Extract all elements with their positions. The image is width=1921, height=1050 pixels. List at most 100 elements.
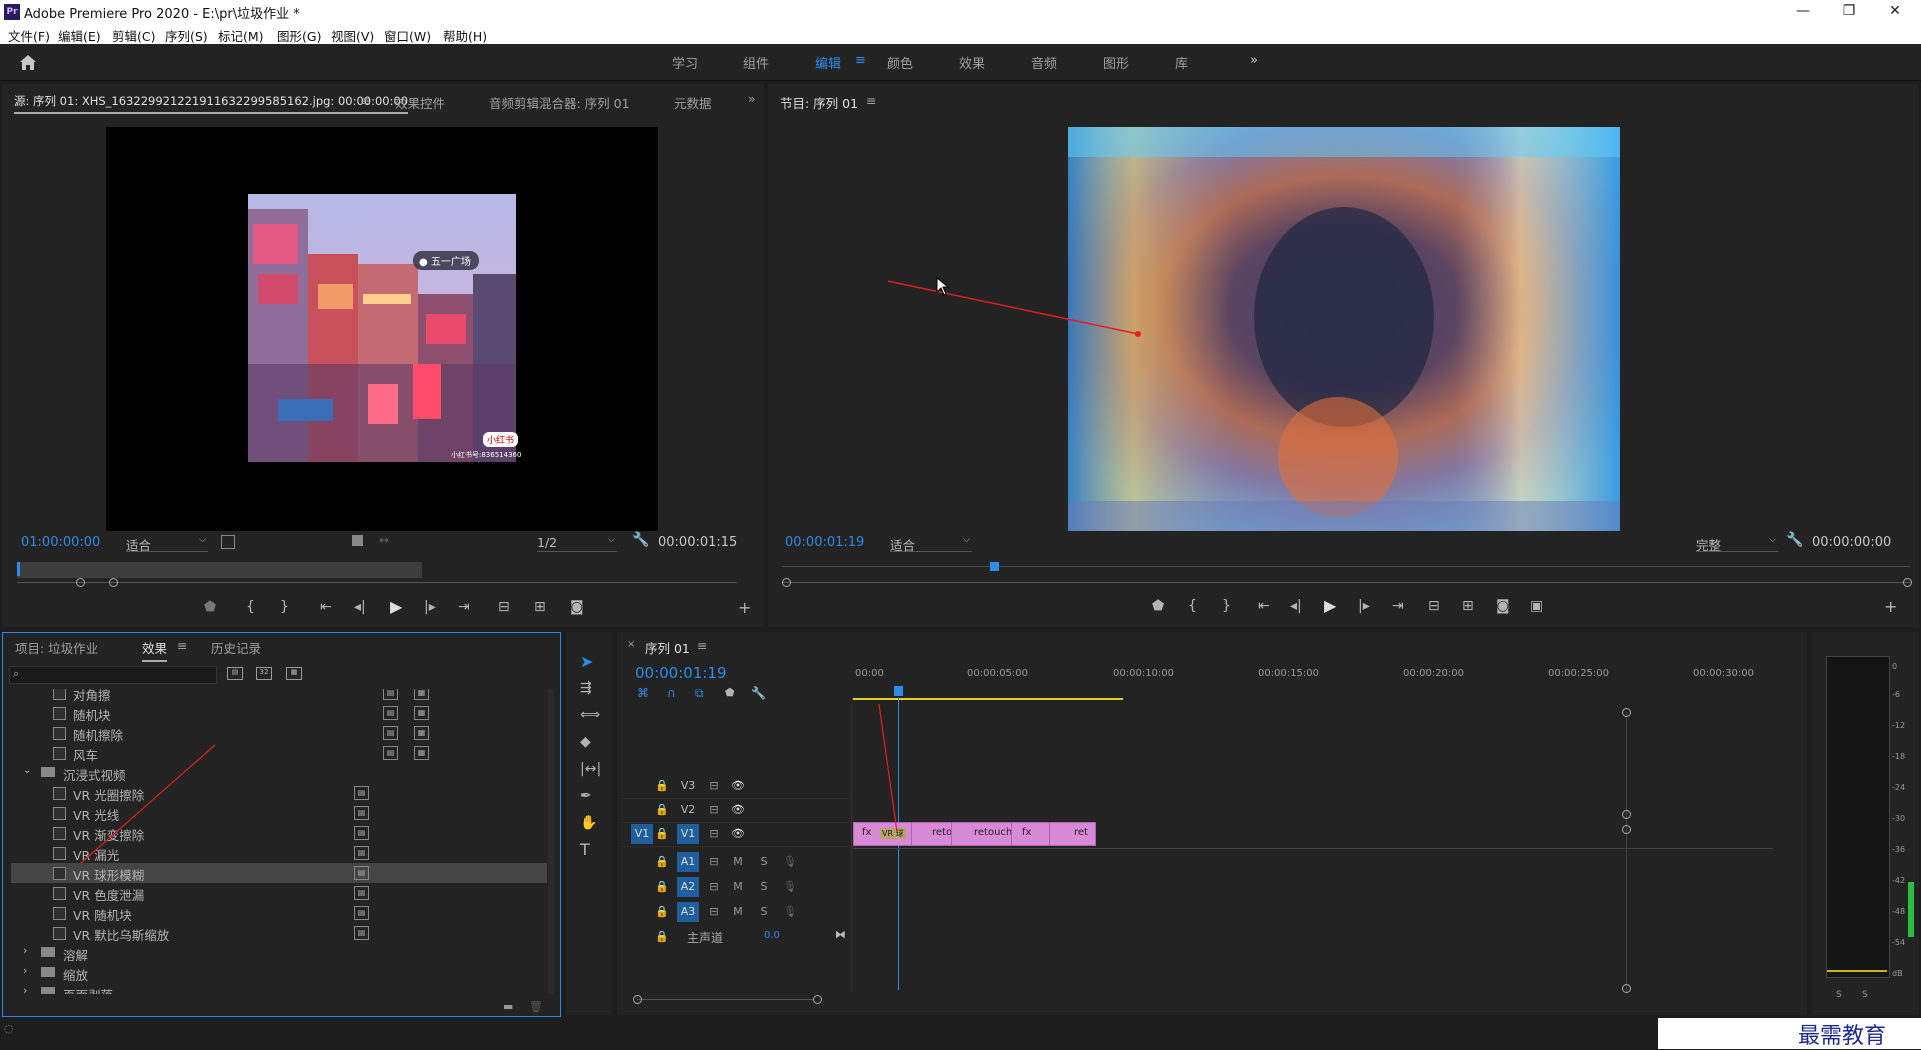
go-to-in-icon[interactable]: ⇤: [320, 599, 332, 615]
sync-lock-icon[interactable]: ⊟: [703, 877, 725, 897]
source-zoom-handle-left[interactable]: [76, 578, 85, 587]
source-play-icon[interactable]: ▶: [390, 597, 402, 616]
sequence-tab-menu-icon[interactable]: ≡: [697, 638, 707, 653]
home-icon[interactable]: [18, 53, 38, 71]
close-sequence-icon[interactable]: ×: [627, 639, 635, 650]
program-tab-menu-icon[interactable]: ≡: [866, 93, 876, 108]
workspace-assembly[interactable]: 组件: [743, 53, 769, 72]
lock-icon[interactable]: 🔒: [651, 902, 673, 922]
program-mark-out-icon[interactable]: }: [1222, 598, 1231, 614]
menu-sequence[interactable]: 序列(S): [165, 26, 208, 45]
folder-item[interactable]: › 溶解: [11, 943, 547, 963]
minimize-button[interactable]: —: [1780, 0, 1826, 24]
time-ruler[interactable]: 00:00 00:00:05:00 00:00:10:00 00:00:15:0…: [853, 662, 1793, 702]
timeline-zoom-bar[interactable]: [637, 999, 813, 1000]
add-marker-icon[interactable]: ⬟: [204, 599, 216, 615]
close-button[interactable]: ✕: [1872, 0, 1918, 24]
chevron-right-icon[interactable]: ›: [23, 944, 27, 957]
source-in-out-range[interactable]: [17, 562, 422, 578]
source-settings-wrench-icon[interactable]: 🔧: [632, 532, 649, 548]
source-timecode[interactable]: 01:00:00:00: [21, 535, 100, 550]
track-label[interactable]: A3: [677, 902, 699, 922]
add-marker-timeline-icon[interactable]: ⬟: [725, 686, 735, 699]
program-fit-dropdown[interactable]: 适合 ⌵: [890, 535, 972, 553]
solo-button[interactable]: S: [753, 877, 775, 897]
go-to-ends-icon[interactable]: ⧓: [835, 928, 846, 941]
menu-view[interactable]: 视图(V): [331, 26, 374, 45]
timeline-clip[interactable]: reto: [911, 822, 953, 846]
master-volume[interactable]: 0.0: [764, 930, 780, 941]
timeline-clip[interactable]: ret: [1049, 822, 1096, 846]
mic-icon[interactable]: 🎙: [779, 902, 801, 922]
delete-icon[interactable]: 🗑: [529, 1000, 543, 1013]
effects-tab-menu-icon[interactable]: ≡: [177, 638, 187, 653]
scroll-handle-icon[interactable]: [1622, 825, 1631, 834]
tab-effect-controls[interactable]: 效果控件: [395, 93, 445, 112]
workspace-effects[interactable]: 效果: [959, 53, 985, 72]
folder-item[interactable]: › 页面剥落: [11, 983, 547, 994]
lock-icon[interactable]: 🔒: [651, 852, 673, 872]
tab-menu-icon[interactable]: ≡: [360, 93, 370, 108]
32bit-effects-icon[interactable]: 32: [256, 667, 272, 680]
effect-item[interactable]: 随机块 ▤ ▦: [11, 703, 547, 723]
program-timecode[interactable]: 00:00:01:19: [785, 535, 864, 550]
program-playhead[interactable]: [990, 562, 999, 571]
eye-icon[interactable]: 👁: [727, 800, 749, 820]
yuv-effects-icon[interactable]: ▦: [286, 667, 302, 680]
nest-icon[interactable]: ⌘: [637, 686, 649, 700]
source-zoom-bar[interactable]: [17, 582, 737, 583]
accelerated-effects-icon[interactable]: ▤: [227, 667, 243, 680]
comparison-view-icon[interactable]: ▣: [1530, 598, 1543, 614]
timeline-settings-icon[interactable]: 🔧: [751, 686, 766, 700]
tab-effects[interactable]: 效果: [142, 638, 168, 662]
track-select-tool-icon[interactable]: ⇶: [580, 680, 592, 696]
eye-icon[interactable]: 👁: [727, 776, 749, 796]
track-label[interactable]: V2: [677, 800, 699, 820]
timeline-timecode[interactable]: 00:00:01:19: [635, 664, 727, 682]
program-zoom-bar[interactable]: [782, 582, 1912, 583]
zoom-handle-left[interactable]: [633, 995, 642, 1004]
mute-button[interactable]: M: [727, 902, 749, 922]
menu-marker[interactable]: 标记(M): [218, 26, 264, 45]
timeline-playhead-handle[interactable]: [894, 686, 903, 696]
program-zoom-handle-right[interactable]: [1903, 578, 1912, 587]
workspace-audio[interactable]: 音频: [1031, 53, 1057, 72]
mute-button[interactable]: M: [727, 877, 749, 897]
program-step-back-icon[interactable]: ◂|: [1290, 598, 1302, 614]
effect-item[interactable]: VR 默比乌斯缩放 ▤: [11, 923, 547, 943]
tab-source[interactable]: 源: 序列 01: XHS_16322992122191163229958516…: [14, 93, 409, 114]
tab-metadata[interactable]: 元数据: [674, 93, 712, 112]
program-time-ruler[interactable]: [782, 566, 1910, 567]
lock-icon[interactable]: 🔒: [651, 824, 673, 844]
tab-program[interactable]: 节目: 序列 01: [780, 93, 858, 112]
effect-item[interactable]: VR 随机块 ▤: [11, 903, 547, 923]
eye-icon[interactable]: 👁: [727, 824, 749, 844]
slip-tool-icon[interactable]: |↔|: [580, 761, 601, 777]
source-zoom-handle-right[interactable]: [109, 578, 118, 587]
program-go-to-out-icon[interactable]: ⇥: [1392, 598, 1404, 614]
overwrite-icon[interactable]: ⊞: [534, 599, 546, 615]
step-back-icon[interactable]: ◂|: [354, 599, 366, 615]
workspace-menu-icon[interactable]: ≡: [855, 53, 866, 68]
menu-window[interactable]: 窗口(W): [384, 26, 431, 45]
folder-item[interactable]: › 缩放: [11, 963, 547, 983]
program-play-icon[interactable]: ▶: [1324, 596, 1336, 615]
workspace-graphics[interactable]: 图形: [1103, 53, 1129, 72]
workspace-libraries[interactable]: 库: [1175, 53, 1188, 72]
pen-tool-icon[interactable]: ✒: [580, 788, 592, 804]
restore-button[interactable]: ❐: [1826, 0, 1872, 24]
menu-help[interactable]: 帮助(H): [443, 26, 487, 45]
sync-lock-icon[interactable]: ⊟: [703, 800, 725, 820]
source-playhead[interactable]: [17, 562, 20, 576]
vertical-scrollbar[interactable]: [1626, 712, 1627, 992]
menu-clip[interactable]: 剪辑(C): [112, 26, 155, 45]
selection-tool-icon[interactable]: ➤: [580, 652, 593, 671]
razor-tool-icon[interactable]: ◆: [580, 734, 591, 750]
snap-icon[interactable]: ∩: [667, 686, 676, 700]
solo-button[interactable]: S: [753, 902, 775, 922]
chevron-down-icon[interactable]: ⌄: [23, 765, 31, 776]
chevron-right-icon[interactable]: ›: [23, 964, 27, 977]
linked-selection-icon[interactable]: ⧉: [695, 686, 704, 701]
scroll-handle-icon[interactable]: [1622, 708, 1631, 717]
program-go-to-in-icon[interactable]: ⇤: [1258, 598, 1270, 614]
